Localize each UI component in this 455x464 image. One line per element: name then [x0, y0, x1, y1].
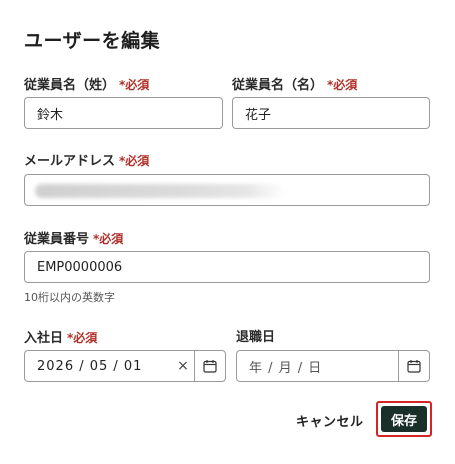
last-name-label-row: 従業員名（姓） *必須	[24, 77, 149, 94]
dialog-title: ユーザーを編集	[24, 30, 161, 52]
leave-date-label: 退職日	[236, 330, 276, 345]
last-name-value: 鈴木	[37, 107, 64, 123]
clear-icon[interactable]: ×	[172, 351, 194, 381]
save-button-highlight: 保存	[376, 401, 432, 437]
employee-number-hint: 10桁以内の英数字	[24, 291, 115, 304]
leave-date-calendar-button[interactable]	[398, 351, 429, 381]
employee-number-input[interactable]: EMP0000006	[24, 251, 430, 283]
required-mark: *必須	[119, 78, 150, 92]
calendar-icon	[203, 360, 217, 373]
first-name-label: 従業員名（名）	[232, 78, 324, 93]
email-label: メールアドレス	[24, 154, 116, 169]
hire-date-input[interactable]: 2026 / 05 / 01 ×	[24, 350, 226, 382]
first-name-label-row: 従業員名（名） *必須	[232, 77, 357, 94]
employee-number-value: EMP0000006	[37, 259, 123, 275]
employee-number-label-row: 従業員番号 *必須	[24, 231, 123, 248]
leave-date-placeholder[interactable]: 年 / 月 / 日	[237, 351, 398, 381]
required-mark: *必須	[93, 232, 124, 246]
redacted-email	[35, 184, 285, 198]
hire-date-label: 入社日	[24, 331, 64, 346]
first-name-input[interactable]: 花子	[232, 97, 430, 129]
hire-date-value[interactable]: 2026 / 05 / 01	[25, 351, 172, 381]
hire-date-label-row: 入社日 *必須	[24, 330, 97, 347]
leave-date-label-row: 退職日	[236, 330, 275, 346]
hire-date-calendar-button[interactable]	[194, 351, 225, 381]
email-input[interactable]	[24, 174, 430, 206]
cancel-button[interactable]: キャンセル	[296, 411, 364, 430]
save-button[interactable]: 保存	[381, 406, 427, 432]
required-mark: *必須	[327, 78, 358, 92]
calendar-icon	[407, 360, 421, 373]
last-name-input[interactable]: 鈴木	[24, 97, 223, 129]
employee-number-label: 従業員番号	[24, 232, 90, 247]
required-mark: *必須	[119, 154, 150, 168]
required-mark: *必須	[67, 331, 98, 345]
leave-date-input[interactable]: 年 / 月 / 日	[236, 350, 430, 382]
last-name-label: 従業員名（姓）	[24, 78, 116, 93]
email-label-row: メールアドレス *必須	[24, 153, 149, 170]
first-name-value: 花子	[245, 107, 272, 123]
